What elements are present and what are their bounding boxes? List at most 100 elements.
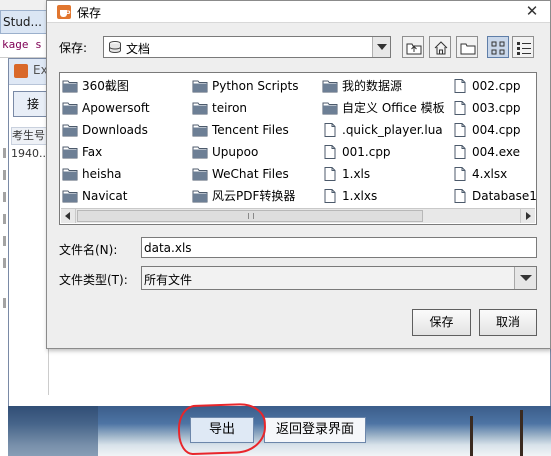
details-view-icon xyxy=(517,42,531,55)
file-name: 风云PDF转换器 xyxy=(212,189,296,203)
editor-tab[interactable]: Stud... xyxy=(0,10,48,34)
horizontal-scrollbar[interactable] xyxy=(61,208,535,223)
file-item[interactable]: 4.xlsx xyxy=(452,164,536,184)
folder-icon xyxy=(322,101,338,115)
folder-icon xyxy=(192,101,208,115)
exam-table: 考生号 1940... xyxy=(9,125,49,395)
folder-icon xyxy=(192,123,208,137)
background-trees xyxy=(8,406,98,456)
folder-icon xyxy=(62,123,78,137)
folder-icon xyxy=(192,167,208,181)
gutter-marker xyxy=(3,298,6,308)
scrollbar-thumb[interactable] xyxy=(77,210,423,222)
folder-item[interactable]: WeChat Files xyxy=(192,164,320,184)
new-folder-button[interactable] xyxy=(456,36,478,58)
table-cell[interactable]: 1940... xyxy=(11,147,49,160)
file-item[interactable]: 004.exe xyxy=(452,142,536,162)
folder-item[interactable]: Upupoo xyxy=(192,142,320,162)
file-name: 1.xlxs xyxy=(342,189,378,203)
folder-dropdown[interactable]: 文档 xyxy=(103,36,391,58)
folder-item[interactable]: Python Scripts xyxy=(192,76,320,96)
java-cup-icon xyxy=(57,5,71,19)
folder-item[interactable]: Tencent Files xyxy=(192,120,320,140)
file-icon xyxy=(452,79,468,93)
file-name: 1.xls xyxy=(342,167,371,181)
folder-item[interactable]: 风云PDF转换器 xyxy=(192,186,320,206)
folder-item[interactable]: Fax xyxy=(62,142,190,162)
up-folder-button[interactable] xyxy=(402,36,424,58)
back-to-login-button[interactable]: 返回登录界面 xyxy=(264,417,366,443)
close-icon[interactable]: ✕ xyxy=(522,2,542,20)
home-button[interactable] xyxy=(429,36,451,58)
file-type-value: 所有文件 xyxy=(144,273,193,287)
file-name-input[interactable] xyxy=(141,237,537,258)
folder-item[interactable]: Navicat xyxy=(62,186,190,206)
file-name: 004.cpp xyxy=(472,123,521,137)
dialog-title: 保存 xyxy=(77,6,102,20)
file-name: Python Scripts xyxy=(212,79,299,93)
folder-item[interactable]: heisha xyxy=(62,164,190,184)
file-name: Downloads xyxy=(82,123,148,137)
file-name: 我的数据源 xyxy=(342,79,403,93)
folder-item[interactable]: Downloads xyxy=(62,120,190,140)
file-name: Apowersoft xyxy=(82,101,150,115)
file-item[interactable]: 1.xls xyxy=(322,164,450,184)
gutter-marker xyxy=(3,148,6,158)
current-folder: 文档 xyxy=(126,42,151,56)
file-name: WeChat Files xyxy=(212,167,289,181)
details-view-button[interactable] xyxy=(512,36,534,58)
file-icon xyxy=(322,123,338,137)
dialog-titlebar[interactable]: 保存 ✕ xyxy=(47,1,550,23)
save-button[interactable]: 保存 xyxy=(412,309,471,336)
file-name: Fax xyxy=(82,145,103,159)
file-name: .quick_player.lua xyxy=(342,123,443,137)
folder-icon xyxy=(62,167,78,181)
file-name-label: 文件名(N): xyxy=(59,243,118,257)
file-name: Database1. xyxy=(472,189,536,203)
cancel-button[interactable]: 取消 xyxy=(479,309,537,336)
save-in-label: 保存: xyxy=(59,41,88,55)
file-icon xyxy=(452,145,468,159)
folder-item[interactable]: Apowersoft xyxy=(62,98,190,118)
folder-item[interactable]: 自定义 Office 模板 xyxy=(322,98,450,118)
file-icon xyxy=(452,189,468,203)
code-line: kage s xyxy=(0,34,48,58)
file-icon xyxy=(452,101,468,115)
new-folder-icon xyxy=(460,43,476,55)
file-item[interactable]: .quick_player.lua xyxy=(322,120,450,140)
file-name: teiron xyxy=(212,101,248,115)
file-icon xyxy=(322,145,338,159)
gutter-marker xyxy=(3,258,6,268)
scroll-right-icon[interactable] xyxy=(520,209,535,223)
highlight-circle xyxy=(177,402,267,456)
file-item[interactable]: 1.xlxs xyxy=(322,186,450,206)
file-item[interactable]: 003.cpp xyxy=(452,98,536,118)
file-name: 004.exe xyxy=(472,145,521,159)
background-post xyxy=(520,410,523,456)
file-item[interactable]: 001.cpp xyxy=(322,142,450,162)
file-item[interactable]: Database1. xyxy=(452,186,536,206)
folder-icon xyxy=(62,145,78,159)
folder-icon xyxy=(62,79,78,93)
file-list[interactable]: 360截图 Apowersoft Downloads Fax heisha Navicat… xyxy=(59,72,537,225)
chevron-down-icon[interactable] xyxy=(372,37,390,57)
file-item[interactable]: 004.cpp xyxy=(452,120,536,140)
folder-item[interactable]: teiron xyxy=(192,98,320,118)
file-name: 002.cpp xyxy=(472,79,521,93)
table-header[interactable]: 考生号 xyxy=(11,127,49,145)
file-icon xyxy=(452,123,468,137)
home-icon xyxy=(434,41,448,55)
gutter-marker xyxy=(3,214,6,224)
file-type-label: 文件类型(T): xyxy=(59,273,128,287)
file-type-dropdown[interactable]: 所有文件 xyxy=(141,266,537,290)
scroll-left-icon[interactable] xyxy=(61,209,76,223)
file-item[interactable]: 002.cpp xyxy=(452,76,536,96)
folder-icon xyxy=(62,101,78,115)
chevron-down-icon[interactable] xyxy=(514,267,536,289)
folder-item[interactable]: 我的数据源 xyxy=(322,76,450,96)
gutter-marker xyxy=(3,192,6,202)
java-icon xyxy=(14,64,28,78)
folder-item[interactable]: 360截图 xyxy=(62,76,190,96)
file-icon xyxy=(452,167,468,181)
list-view-button[interactable] xyxy=(487,36,509,58)
